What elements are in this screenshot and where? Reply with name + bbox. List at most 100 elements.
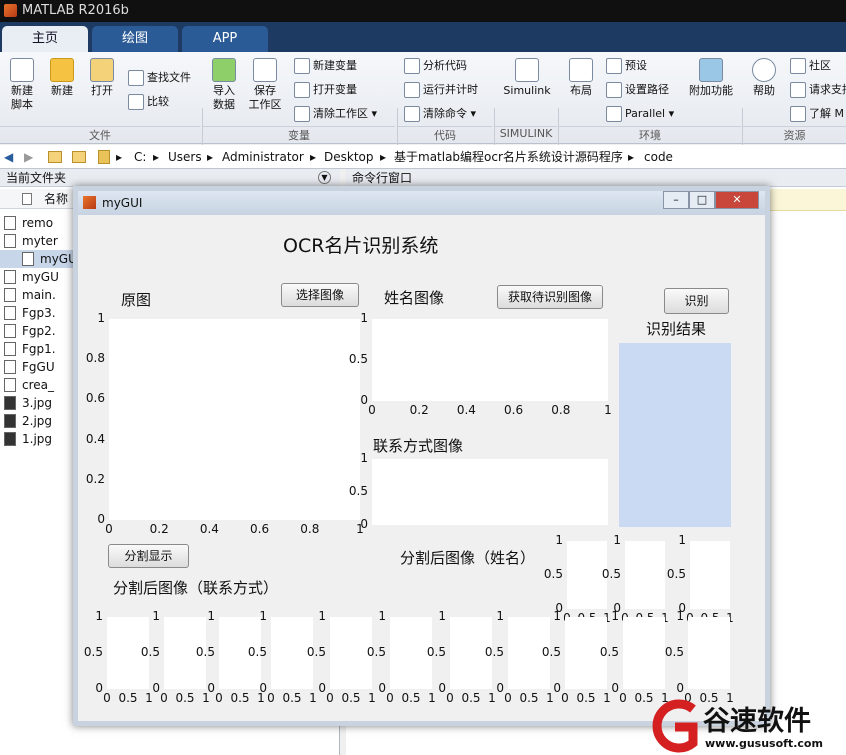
maximize-button[interactable]: □ — [689, 191, 715, 209]
file-item[interactable]: myGU — [4, 268, 59, 286]
y-tick-label: 0.5 — [601, 567, 621, 581]
y-tick-label: 1 — [613, 533, 621, 547]
minimize-button[interactable]: – — [663, 191, 689, 209]
x-tick-label: 0.6 — [250, 522, 270, 536]
x-tick-label: 0.4 — [199, 522, 219, 536]
clear-workspace-button[interactable]: 清除工作区 ▾ — [294, 106, 377, 122]
compare-button[interactable]: 比较 — [128, 94, 169, 110]
select-image-button[interactable]: 选择图像 — [281, 283, 359, 307]
analyze-code-button[interactable]: 分析代码 — [404, 58, 467, 74]
file-item[interactable]: 2.jpg — [4, 412, 52, 430]
file-item[interactable]: crea_ — [4, 376, 54, 394]
path-segment[interactable]: Desktop — [324, 145, 374, 169]
file-item[interactable]: Fgp1. — [4, 340, 56, 358]
path-segment[interactable]: code — [644, 145, 673, 169]
y-tick-label: 0.5 — [484, 645, 504, 659]
y-tick-label: 1 — [259, 609, 267, 623]
y-tick-label: 1 — [97, 311, 105, 325]
open-button[interactable]: 打开 — [84, 58, 120, 98]
file-item[interactable]: Fgp3. — [4, 304, 56, 322]
watermark-name: 谷速软件 — [703, 706, 811, 737]
segmented-contact-label: 分割后图像（联系方式） — [113, 579, 279, 597]
variable-icon — [294, 58, 310, 74]
file-item[interactable]: myter — [4, 232, 58, 250]
tab-plots[interactable]: 绘图 — [92, 26, 178, 52]
group-label-environment: 环境 — [559, 126, 741, 142]
clear-commands-button[interactable]: 清除命令 ▾ — [404, 106, 476, 122]
parallel-button[interactable]: Parallel ▾ — [606, 106, 674, 122]
forward-arrow-icon[interactable]: ▶ — [24, 145, 33, 169]
browse-folder-icon[interactable] — [72, 151, 86, 163]
community-button[interactable]: 社区 — [790, 58, 831, 74]
path-segment[interactable]: Users — [168, 145, 202, 169]
new-button[interactable]: 新建 — [44, 58, 80, 98]
new-variable-button[interactable]: 新建变量 — [294, 58, 357, 74]
path-segment[interactable]: 基于matlab编程ocr名片系统设计源码程序 — [394, 145, 623, 169]
original-image-label: 原图 — [121, 291, 152, 309]
path-segment[interactable]: C: — [134, 145, 146, 169]
set-path-button[interactable]: 设置路径 — [606, 82, 669, 98]
file-item-selected[interactable]: myGU — [0, 250, 77, 268]
run-and-time-button[interactable]: 运行并计时 — [404, 82, 478, 98]
file-item[interactable]: FgGU — [4, 358, 55, 376]
tab-apps[interactable]: APP — [182, 26, 268, 52]
help-icon — [752, 58, 776, 82]
new-script-button[interactable]: 新建 脚本 — [4, 58, 40, 112]
segmented-name-axes — [690, 541, 730, 609]
figure-file-icon — [4, 360, 16, 374]
watermark-logo: 谷速软件 www.gususoft.com — [645, 697, 845, 755]
find-icon — [128, 70, 144, 86]
file-item[interactable]: 3.jpg — [4, 394, 52, 412]
address-bar[interactable]: ◀ ▶ ▸ C: ▸ Users ▸ Administrator ▸ Deskt… — [0, 145, 846, 169]
get-image-button[interactable]: 获取待识别图像 — [497, 285, 603, 309]
request-support-button[interactable]: 请求支持 — [790, 82, 846, 98]
x-tick-label: 0.8 — [300, 522, 320, 536]
plus-icon — [50, 58, 74, 82]
add-ons-icon — [699, 58, 723, 82]
path-icon — [606, 82, 622, 98]
tab-home[interactable]: 主页 — [2, 26, 88, 52]
recognize-button[interactable]: 识别 — [664, 288, 729, 314]
file-item[interactable]: remo — [4, 214, 53, 232]
save-icon — [253, 58, 277, 82]
add-ons-button[interactable]: 附加功能 — [686, 58, 736, 98]
mygui-window[interactable]: myGUI – □ ✕ OCR名片识别系统 原图 选择图像 姓名图像 获取待识别… — [73, 186, 770, 726]
timer-icon — [404, 82, 420, 98]
y-tick-label: 0.5 — [426, 645, 446, 659]
x-tick-label: 0 — [368, 403, 376, 417]
y-tick-label: 0.4 — [85, 431, 105, 446]
file-item[interactable]: 1.jpg — [4, 430, 52, 448]
layout-button[interactable]: 布局 — [564, 58, 598, 98]
path-segment[interactable]: Administrator — [222, 145, 304, 169]
window-title-bar[interactable]: myGUI – □ ✕ — [78, 191, 765, 215]
file-item[interactable]: main. — [4, 286, 56, 304]
preferences-button[interactable]: 预设 — [606, 58, 647, 74]
y-tick-label: 0.6 — [85, 391, 105, 406]
up-folder-icon[interactable] — [48, 151, 62, 163]
import-data-button[interactable]: 导入 数据 — [206, 58, 242, 112]
split-display-button[interactable]: 分割显示 — [108, 544, 189, 568]
help-button[interactable]: 帮助 — [748, 58, 780, 98]
analyze-icon — [404, 58, 420, 74]
file-item[interactable]: Fgp2. — [4, 322, 56, 340]
group-label-resources: 资源 — [743, 126, 846, 142]
y-tick-label: 0.5 — [348, 484, 368, 498]
file-icon — [4, 270, 16, 284]
y-tick-label: 0.5 — [366, 645, 386, 659]
name-image-axes — [372, 319, 608, 401]
simulink-button[interactable]: Simulink — [500, 58, 554, 98]
back-arrow-icon[interactable]: ◀ — [4, 145, 13, 169]
learn-button[interactable]: 了解 M — [790, 106, 844, 122]
find-files-button[interactable]: 查找文件 — [128, 70, 191, 86]
result-textbox[interactable] — [619, 343, 731, 527]
open-variable-button[interactable]: 打开变量 — [294, 82, 357, 98]
y-tick-label: 0 — [360, 517, 368, 531]
panel-menu-icon[interactable]: ▼ — [318, 171, 331, 184]
y-tick-label: 0.5 — [541, 645, 561, 659]
y-tick-label: 1 — [360, 451, 368, 465]
save-workspace-button[interactable]: 保存 工作区 — [246, 58, 284, 112]
matlab-logo-icon — [4, 4, 17, 17]
figure-file-icon — [4, 342, 16, 356]
result-label: 识别结果 — [646, 320, 707, 338]
close-button[interactable]: ✕ — [715, 191, 759, 209]
